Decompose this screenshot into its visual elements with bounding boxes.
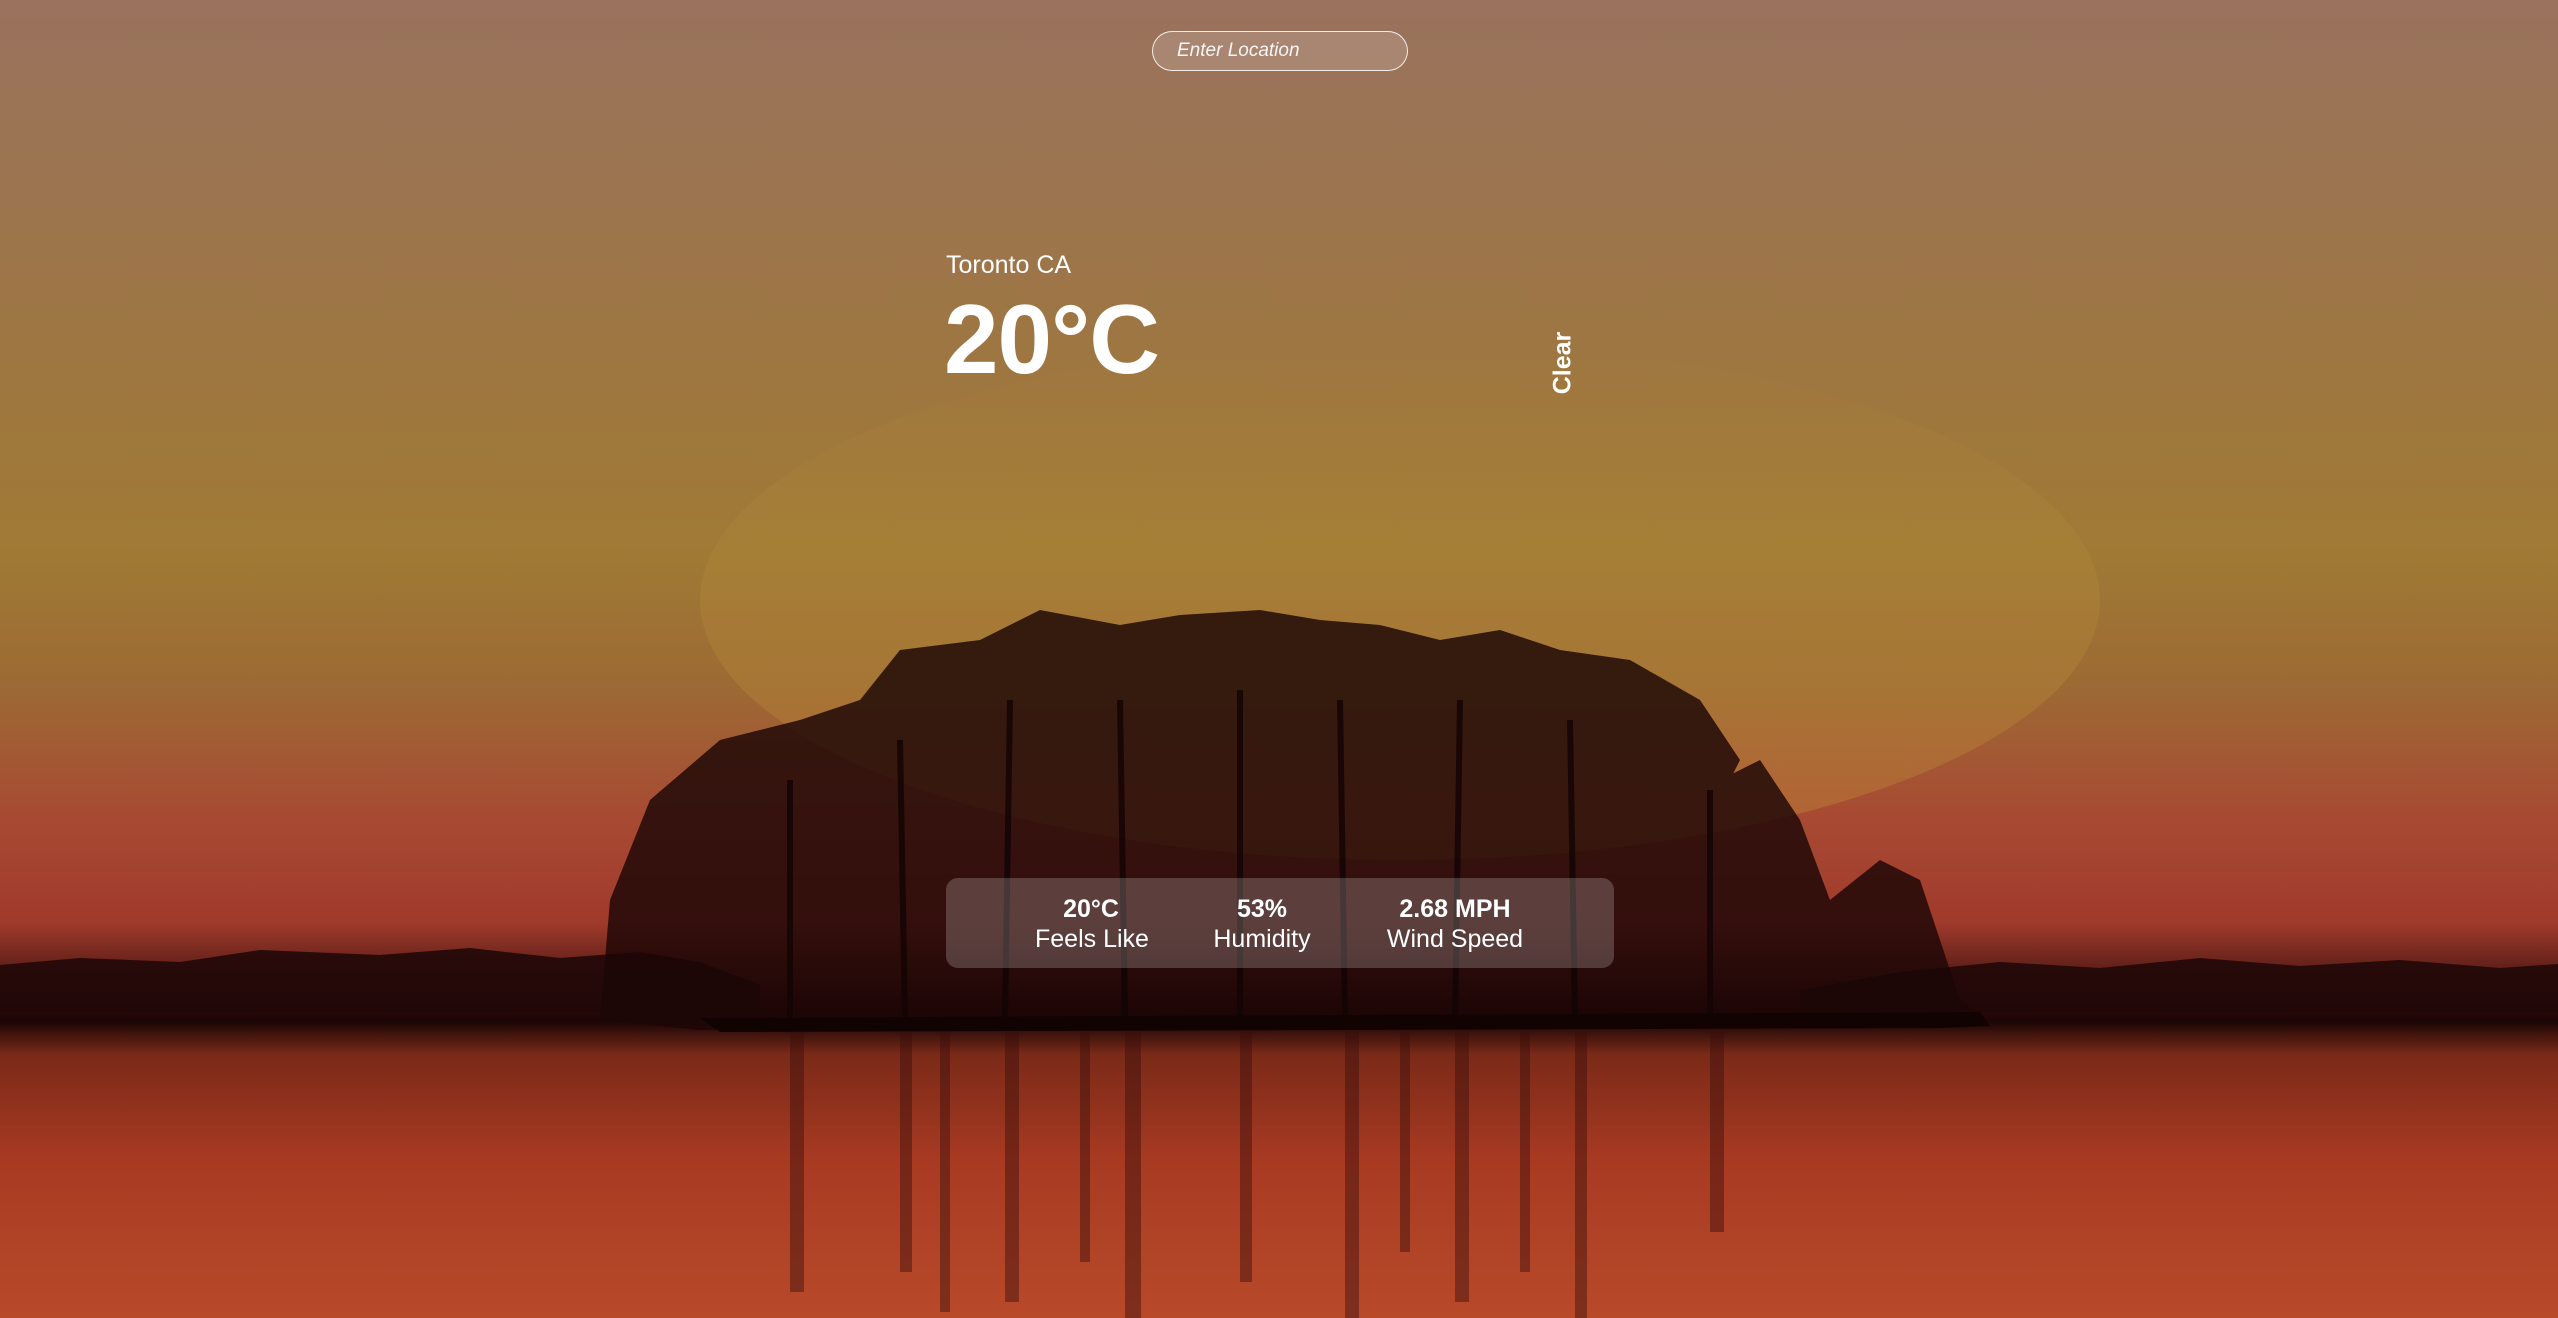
location-search-input[interactable] <box>1152 31 1408 71</box>
humidity-stat: 53% Humidity <box>1212 894 1312 954</box>
wind-speed-stat: 2.68 MPH Wind Speed <box>1386 894 1524 954</box>
background-scenery <box>0 340 2558 1318</box>
weather-details-panel: 20°C Feels Like 53% Humidity 2.68 MPH Wi… <box>946 878 1614 968</box>
wind-speed-value: 2.68 MPH <box>1399 895 1511 923</box>
feels-like-value: 20°C <box>1063 895 1119 923</box>
feels-like-stat: 20°C Feels Like <box>1035 894 1149 954</box>
water-reflections <box>790 1032 1724 1318</box>
current-temperature: 20°C <box>944 284 1160 394</box>
humidity-label: Humidity <box>1213 925 1311 953</box>
wind-speed-label: Wind Speed <box>1386 925 1524 953</box>
humidity-value: 53% <box>1236 895 1288 923</box>
location-search <box>1152 31 1408 71</box>
weather-condition-label: Clear <box>1548 331 1577 395</box>
location-name: Toronto CA <box>946 251 1072 279</box>
feels-like-label: Feels Like <box>1035 925 1149 953</box>
weather-condition: Clear <box>1548 330 1578 396</box>
